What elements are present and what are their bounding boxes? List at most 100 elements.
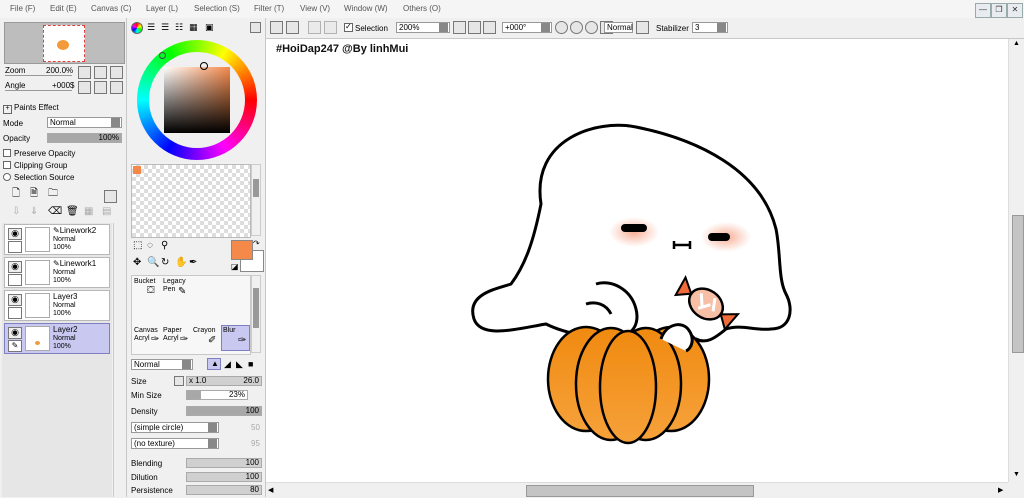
tool-blur[interactable]: Blur ✑ xyxy=(221,325,250,351)
swap-colors-icon[interactable]: ↷ xyxy=(253,239,260,249)
minimize-button[interactable]: — xyxy=(975,3,991,18)
texture-select[interactable]: (no texture) xyxy=(131,438,219,449)
rgb-slider-tab-icon[interactable]: ☰ xyxy=(147,22,155,32)
toolbar-zoom-in-button[interactable] xyxy=(468,21,481,34)
rotate-left-button[interactable] xyxy=(78,81,91,94)
density-slider[interactable]: 100 xyxy=(186,406,262,416)
layer-property-icon[interactable]: ▦ xyxy=(84,207,93,217)
zoom-out-button[interactable] xyxy=(78,66,91,79)
scroll-left-icon[interactable]: ◀ xyxy=(268,486,273,494)
zoom-reset-button[interactable] xyxy=(110,66,123,79)
rotate-ccw-button[interactable] xyxy=(555,21,568,34)
hue-cursor[interactable] xyxy=(159,52,166,59)
deselect-button[interactable] xyxy=(308,21,321,34)
merge-visible-icon[interactable]: ▤ xyxy=(102,207,111,217)
layer-row-selected[interactable]: ◉ ✎ Layer2 Normal 100% xyxy=(4,323,110,354)
view-mode-select[interactable]: Normal xyxy=(604,22,633,33)
invert-selection-button[interactable] xyxy=(324,21,337,34)
rotate-reset-toolbar-button[interactable] xyxy=(585,21,598,34)
hand-icon[interactable]: ✋ xyxy=(175,258,187,268)
paints-effect-title[interactable]: + Paints Effect xyxy=(3,103,59,114)
tool-grid-scrollbar[interactable] xyxy=(251,275,261,353)
restore-button[interactable]: ❐ xyxy=(991,3,1007,18)
layer-list-scrollbar[interactable] xyxy=(113,223,124,497)
canvas-vertical-scrollbar[interactable]: ▲ ▼ xyxy=(1008,39,1024,482)
menu-selection[interactable]: Selection (S) xyxy=(194,4,240,13)
lock-toggle[interactable] xyxy=(8,274,22,286)
tool-crayon[interactable]: Crayon ✐ xyxy=(192,326,221,352)
toolbar-angle-select[interactable]: +000° xyxy=(502,22,552,33)
blend-mode-select[interactable]: Normal xyxy=(131,359,193,370)
mixer-tab-icon[interactable]: ▦ xyxy=(189,22,198,32)
edge-medium-icon[interactable]: ◣ xyxy=(236,359,243,369)
preserve-opacity-checkbox[interactable] xyxy=(3,149,11,157)
edge-square-icon[interactable]: ■ xyxy=(248,359,253,369)
swatch-scrollbar[interactable] xyxy=(251,164,261,236)
drawing-canvas[interactable]: #HoiDap247 @By linhMui xyxy=(266,39,1008,482)
scratchpad-tab-icon[interactable]: ▣ xyxy=(205,22,214,32)
new-folder-icon[interactable]: 🗀 xyxy=(48,189,58,199)
scroll-down-icon[interactable]: ▼ xyxy=(1013,471,1020,478)
tool-paper-acryl[interactable]: Paper Acryl ✑ xyxy=(162,326,191,352)
saturation-value-square[interactable] xyxy=(164,67,230,133)
rect-select-icon[interactable]: ⬚ xyxy=(133,241,142,251)
rotate-cw-button[interactable] xyxy=(570,21,583,34)
scroll-up-icon[interactable]: ▲ xyxy=(1013,40,1020,47)
min-size-slider[interactable]: 23% xyxy=(186,390,248,400)
menu-layer[interactable]: Layer (L) xyxy=(146,4,178,13)
toolbar-zoom-select[interactable]: 200% xyxy=(396,22,450,33)
menu-window[interactable]: Window (W) xyxy=(344,4,388,13)
tool-bucket[interactable]: Bucket ⛋ xyxy=(133,277,162,303)
vertical-scroll-thumb[interactable] xyxy=(1012,215,1024,353)
view-mode-menu-button[interactable] xyxy=(636,21,649,34)
lock-toggle[interactable] xyxy=(8,241,22,253)
clipping-group-checkbox[interactable] xyxy=(3,161,11,169)
rotate-icon[interactable]: ↻ xyxy=(161,258,169,268)
lock-toggle[interactable] xyxy=(8,307,22,319)
canvas-horizontal-scrollbar[interactable]: ◀ ▶ xyxy=(266,482,1008,498)
new-linework-layer-icon[interactable]: 🗎 xyxy=(30,189,38,199)
eye-icon[interactable]: ◉ xyxy=(8,327,22,339)
menu-canvas[interactable]: Canvas (C) xyxy=(91,4,131,13)
trash-icon[interactable]: 🗑 xyxy=(66,207,79,217)
merge-down-icon[interactable]: ⇓ xyxy=(30,207,38,217)
eye-icon[interactable]: ◉ xyxy=(8,228,22,240)
dilution-slider[interactable]: 100 xyxy=(186,472,262,482)
transfer-down-icon[interactable]: ⇩ xyxy=(12,207,20,217)
rotate-right-button[interactable] xyxy=(94,81,107,94)
persistence-slider[interactable]: 80 xyxy=(186,485,262,495)
menu-edit[interactable]: Edit (E) xyxy=(50,4,77,13)
new-layer-icon[interactable]: 🗋 xyxy=(12,189,20,199)
color-wheel[interactable] xyxy=(137,40,257,160)
eyedropper-icon[interactable]: ✒ xyxy=(189,258,197,268)
horizontal-scroll-thumb[interactable] xyxy=(526,485,754,497)
layer-row[interactable]: ◉ ✎Linework1 Normal 100% xyxy=(4,257,110,288)
menu-view[interactable]: View (V) xyxy=(300,4,330,13)
zoom-slider[interactable] xyxy=(5,75,72,76)
scroll-right-icon[interactable]: ▶ xyxy=(998,486,1003,494)
navigator-viewport[interactable] xyxy=(43,25,85,62)
size-preset-button[interactable] xyxy=(174,376,184,386)
selection-checkbox[interactable]: ✓ xyxy=(344,22,353,32)
magnifier-icon[interactable]: 🔍 xyxy=(147,258,159,268)
brush-lock-icon[interactable]: ✎ xyxy=(8,340,22,352)
layer-row[interactable]: ◉ ✎Linework2 Normal 100% xyxy=(4,224,110,255)
navigator-preview[interactable] xyxy=(4,22,125,64)
toolbar-zoom-out-button[interactable] xyxy=(453,21,466,34)
zoom-in-button[interactable] xyxy=(94,66,107,79)
toolbar-zoom-reset-button[interactable] xyxy=(483,21,496,34)
size-slider[interactable]: x 1.0 26.0 xyxy=(186,376,262,386)
panel-option-button[interactable] xyxy=(104,190,117,203)
angle-slider[interactable] xyxy=(5,90,72,91)
lasso-icon[interactable]: ◌ xyxy=(147,241,153,251)
clear-layer-icon[interactable]: ⌫ xyxy=(48,207,62,217)
move-icon[interactable]: ✥ xyxy=(133,258,141,268)
swatch-grid[interactable] xyxy=(131,164,251,238)
hsv-slider-tab-icon[interactable]: ☰ xyxy=(161,22,169,32)
tool-canvas-acryl[interactable]: Canvas Acryl ✑ xyxy=(133,326,162,352)
tool-legacy-pen[interactable]: Legacy Pen ✎ xyxy=(162,277,191,303)
magic-wand-icon[interactable]: ⚲ xyxy=(161,241,168,251)
eye-icon[interactable]: ◉ xyxy=(8,261,22,273)
mode-select[interactable]: Normal xyxy=(47,117,122,128)
edge-soft-icon[interactable]: ◢ xyxy=(224,359,231,369)
